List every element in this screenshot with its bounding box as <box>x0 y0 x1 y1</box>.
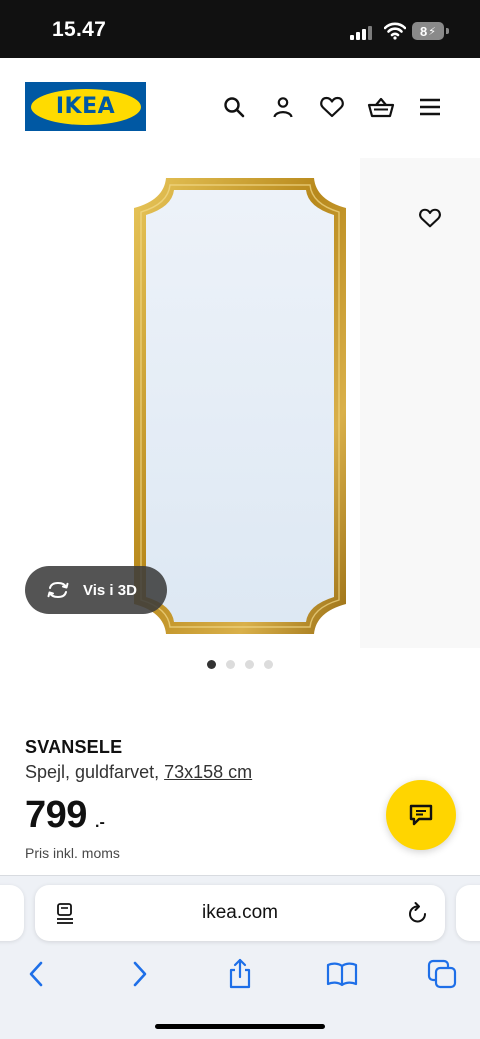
carousel-dot[interactable] <box>245 660 254 669</box>
account-icon[interactable] <box>268 92 298 122</box>
next-tab[interactable] <box>456 885 480 941</box>
battery-icon: 8 ⚡ <box>412 22 444 40</box>
view-in-3d-label: Vis i 3D <box>83 581 137 599</box>
wifi-icon <box>384 22 406 40</box>
product-price: 799 <box>25 794 87 836</box>
menu-icon[interactable] <box>415 92 445 122</box>
carousel-indicator <box>0 660 480 672</box>
product-size-link[interactable]: 73x158 cm <box>164 762 252 782</box>
basket-icon[interactable] <box>366 92 396 122</box>
back-icon[interactable] <box>18 956 54 992</box>
browser-nav-row <box>0 956 480 992</box>
logo-text: IKEA <box>55 94 116 119</box>
forward-icon[interactable] <box>122 956 158 992</box>
bookmarks-icon[interactable] <box>324 956 360 992</box>
battery-tip <box>446 28 449 34</box>
carousel-dot[interactable] <box>226 660 235 669</box>
product-name: SVANSELE <box>25 737 123 757</box>
view-in-3d-button[interactable]: Vis i 3D <box>25 566 167 614</box>
product-description: Spejl, guldfarvet, 73x158 cm <box>25 762 252 783</box>
price-note: Pris inkl. moms <box>25 845 120 861</box>
cellular-signal-icon <box>350 24 374 40</box>
ikea-logo[interactable]: IKEA <box>25 82 146 131</box>
chat-button[interactable] <box>386 780 456 850</box>
url-text: ikea.com <box>201 902 279 923</box>
previous-tab[interactable] <box>0 885 24 941</box>
home-indicator <box>155 1024 325 1029</box>
carousel-dot[interactable] <box>207 660 216 669</box>
rotate-3d-icon <box>47 581 69 599</box>
status-time: 15.47 <box>52 18 107 41</box>
tabs-icon[interactable] <box>424 956 460 992</box>
chat-icon <box>409 804 433 826</box>
address-bar[interactable]: ikea.com <box>35 885 445 941</box>
mirror-product-image <box>134 178 346 634</box>
logo-oval: IKEA <box>30 88 141 125</box>
share-icon[interactable] <box>222 956 258 992</box>
battery-level: 8 <box>420 23 428 39</box>
carousel-dot[interactable] <box>264 660 273 669</box>
browser-toolbar: ikea.com <box>0 875 480 1039</box>
reload-icon[interactable] <box>407 901 429 925</box>
search-icon[interactable] <box>219 92 249 122</box>
product-type: Spejl, guldfarvet, <box>25 762 160 782</box>
add-to-favourites-icon[interactable] <box>414 202 446 234</box>
favourites-icon[interactable] <box>317 92 347 122</box>
price-suffix: .- <box>95 814 105 831</box>
status-bar: 15.47 8 ⚡ <box>0 0 480 58</box>
site-header: IKEA <box>0 58 480 158</box>
charging-bolt-icon: ⚡ <box>428 25 436 38</box>
